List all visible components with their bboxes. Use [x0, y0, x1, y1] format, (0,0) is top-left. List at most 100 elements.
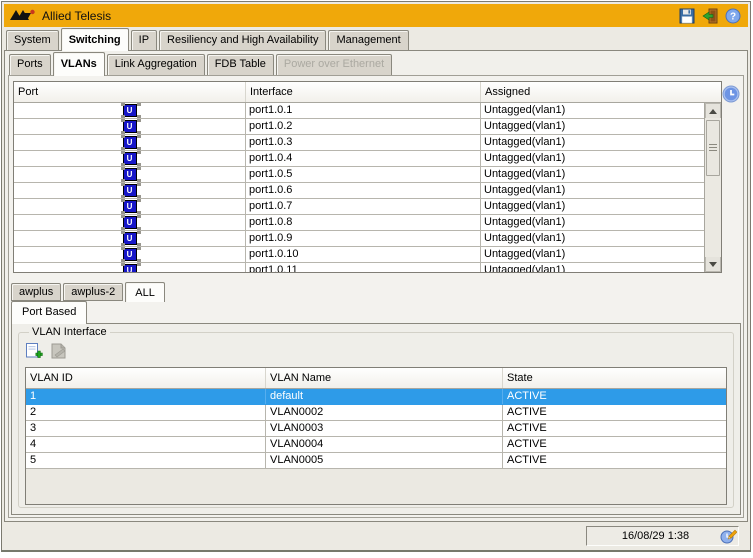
- port-cell: U: [14, 167, 246, 182]
- vlan-table-row[interactable]: 4 VLAN0004 ACTIVE: [26, 437, 726, 453]
- interface-cell: port1.0.7: [246, 199, 481, 214]
- port-untagged-icon[interactable]: U: [120, 231, 137, 246]
- assigned-cell: Untagged(vlan1): [484, 200, 566, 212]
- vlan-state-cell: ACTIVE: [507, 390, 547, 402]
- tab-management[interactable]: Management: [328, 30, 409, 50]
- port-table-body: Uport1.0.1 Untagged(vlan1) Uport1.0.2 Untag…: [14, 103, 704, 272]
- vlan-name-cell: VLAN0004: [266, 437, 503, 452]
- vlan-table-row[interactable]: 3 VLAN0003 ACTIVE: [26, 421, 726, 437]
- interface-cell: port1.0.3: [246, 135, 481, 150]
- tab-link-aggregation[interactable]: Link Aggregation: [106, 54, 205, 75]
- port-table-row[interactable]: Uport1.0.7 Untagged(vlan1): [14, 199, 704, 215]
- port-table-row[interactable]: Uport1.0.4 Untagged(vlan1): [14, 151, 704, 167]
- tab-vlans[interactable]: VLANs: [52, 52, 105, 76]
- tab-port-based[interactable]: Port Based: [11, 301, 88, 324]
- column-header-interface[interactable]: Interface: [246, 82, 481, 102]
- port-icon-label: U: [126, 137, 133, 147]
- port-table: Port Interface Assigned Uport1.0.1 Untagg…: [13, 81, 722, 273]
- port-untagged-icon[interactable]: U: [120, 247, 137, 262]
- interface-cell: port1.0.11: [246, 263, 481, 272]
- sub-tab-bar: Ports VLANs Link Aggregation FDB Table P…: [5, 51, 747, 76]
- port-untagged-icon[interactable]: U: [120, 263, 137, 272]
- table-side-strip: [722, 81, 740, 273]
- tab-awplus-2[interactable]: awplus-2: [63, 283, 124, 301]
- port-table-row[interactable]: Uport1.0.5 Untagged(vlan1): [14, 167, 704, 183]
- port-table-row[interactable]: Uport1.0.9 Untagged(vlan1): [14, 231, 704, 247]
- tab-resiliency[interactable]: Resiliency and High Availability: [159, 30, 327, 50]
- port-table-row[interactable]: Uport1.0.6 Untagged(vlan1): [14, 183, 704, 199]
- vlans-page: Port Interface Assigned Uport1.0.1 Untagg…: [8, 75, 744, 518]
- port-table-row[interactable]: Uport1.0.11 Untagged(vlan1): [14, 263, 704, 272]
- tab-fdb-table[interactable]: FDB Table: [206, 54, 274, 75]
- port-table-scrollbar[interactable]: [704, 103, 721, 272]
- save-icon[interactable]: [678, 7, 696, 24]
- port-table-row[interactable]: Uport1.0.8 Untagged(vlan1): [14, 215, 704, 231]
- vlan-toolbar: [25, 340, 727, 362]
- refresh-clock-icon[interactable]: [722, 85, 740, 106]
- interface-cell: port1.0.4: [246, 151, 481, 166]
- interface-cell: port1.0.9: [246, 231, 481, 246]
- port-cell: U: [14, 151, 246, 166]
- tab-switching[interactable]: Switching: [60, 28, 129, 51]
- port-icon-label: U: [126, 265, 133, 272]
- port-icon-label: U: [126, 233, 133, 243]
- column-header-assigned[interactable]: Assigned: [481, 82, 721, 102]
- arrow-down-icon: [709, 261, 717, 267]
- port-based-page: VLAN Interface VLAN ID VLAN Name State 1…: [11, 323, 741, 515]
- vlan-interface-group: VLAN Interface VLAN ID VLAN Name State 1…: [18, 326, 734, 508]
- column-header-vlan-name[interactable]: VLAN Name: [266, 368, 503, 388]
- port-untagged-icon[interactable]: U: [120, 167, 137, 182]
- vlan-interface-label: VLAN Interface: [32, 326, 107, 338]
- port-untagged-icon[interactable]: U: [120, 215, 137, 230]
- assigned-cell: Untagged(vlan1): [484, 120, 566, 132]
- port-table-row[interactable]: Uport1.0.2 Untagged(vlan1): [14, 119, 704, 135]
- assigned-cell: Untagged(vlan1): [484, 216, 566, 228]
- scroll-up-button[interactable]: [705, 103, 721, 118]
- assigned-cell: Untagged(vlan1): [484, 184, 566, 196]
- vlan-table-row[interactable]: 5 VLAN0005 ACTIVE: [26, 453, 726, 469]
- scroll-down-button[interactable]: [705, 257, 721, 272]
- port-untagged-icon[interactable]: U: [120, 151, 137, 166]
- tab-all[interactable]: ALL: [125, 282, 165, 302]
- vlan-table-header: VLAN ID VLAN Name State: [26, 368, 726, 389]
- tab-system[interactable]: System: [6, 30, 59, 50]
- port-untagged-icon[interactable]: U: [120, 199, 137, 214]
- vlan-id-cell: 1: [26, 389, 266, 404]
- port-table-row[interactable]: Uport1.0.3 Untagged(vlan1): [14, 135, 704, 151]
- port-cell: U: [14, 119, 246, 134]
- tab-ports[interactable]: Ports: [9, 54, 51, 75]
- datetime-box: 16/08/29 1:38: [586, 525, 739, 546]
- port-icon-label: U: [126, 185, 133, 195]
- assigned-cell: Untagged(vlan1): [484, 168, 566, 180]
- help-icon[interactable]: ?: [724, 7, 742, 24]
- port-cell: U: [14, 247, 246, 262]
- port-icon-label: U: [126, 121, 133, 131]
- column-header-port[interactable]: Port: [14, 82, 246, 102]
- vlan-table-row[interactable]: 2 VLAN0002 ACTIVE: [26, 405, 726, 421]
- time-edit-icon[interactable]: [720, 528, 738, 545]
- tab-ip[interactable]: IP: [130, 30, 158, 50]
- port-table-row[interactable]: Uport1.0.10 Untagged(vlan1): [14, 247, 704, 263]
- port-cell: U: [14, 103, 246, 118]
- vlan-id-cell: 4: [26, 437, 266, 452]
- vlan-name-cell: VLAN0005: [266, 453, 503, 468]
- port-icon-label: U: [126, 153, 133, 163]
- add-vlan-button[interactable]: [25, 342, 43, 360]
- edit-vlan-button: [50, 342, 68, 360]
- vlan-table-row[interactable]: 1 default ACTIVE: [26, 389, 726, 405]
- vlan-state-cell: ACTIVE: [507, 438, 547, 450]
- port-untagged-icon[interactable]: U: [120, 103, 137, 118]
- assigned-cell: Untagged(vlan1): [484, 152, 566, 164]
- port-untagged-icon[interactable]: U: [120, 135, 137, 150]
- scrollbar-thumb[interactable]: [706, 120, 720, 176]
- port-untagged-icon[interactable]: U: [120, 119, 137, 134]
- port-table-row[interactable]: Uport1.0.1 Untagged(vlan1): [14, 103, 704, 119]
- column-header-vlan-id[interactable]: VLAN ID: [26, 368, 266, 388]
- port-cell: U: [14, 263, 246, 272]
- port-untagged-icon[interactable]: U: [120, 183, 137, 198]
- title-bar: Allied Telesis ?: [4, 4, 748, 27]
- column-header-state[interactable]: State: [503, 368, 726, 388]
- vlan-table: VLAN ID VLAN Name State 1 default ACTIVE 2 V…: [25, 367, 727, 505]
- logout-icon[interactable]: [701, 7, 719, 24]
- tab-awplus[interactable]: awplus: [11, 283, 62, 301]
